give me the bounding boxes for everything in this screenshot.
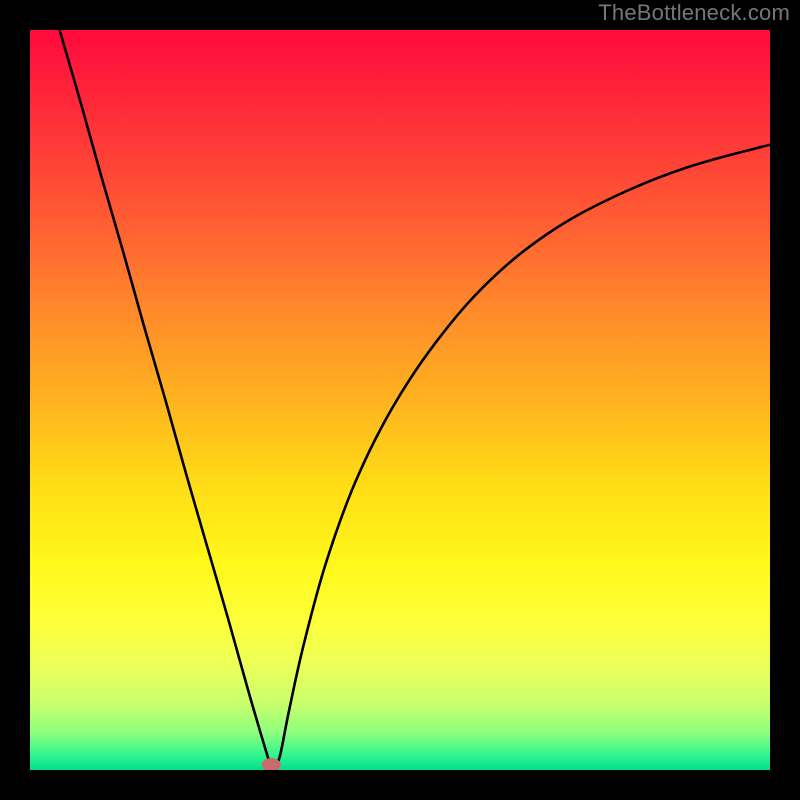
bottleneck-chart [30,30,770,770]
plot-area [30,30,770,770]
watermark-text: TheBottleneck.com [598,0,790,26]
chart-frame: TheBottleneck.com [0,0,800,800]
gradient-background [30,30,770,770]
